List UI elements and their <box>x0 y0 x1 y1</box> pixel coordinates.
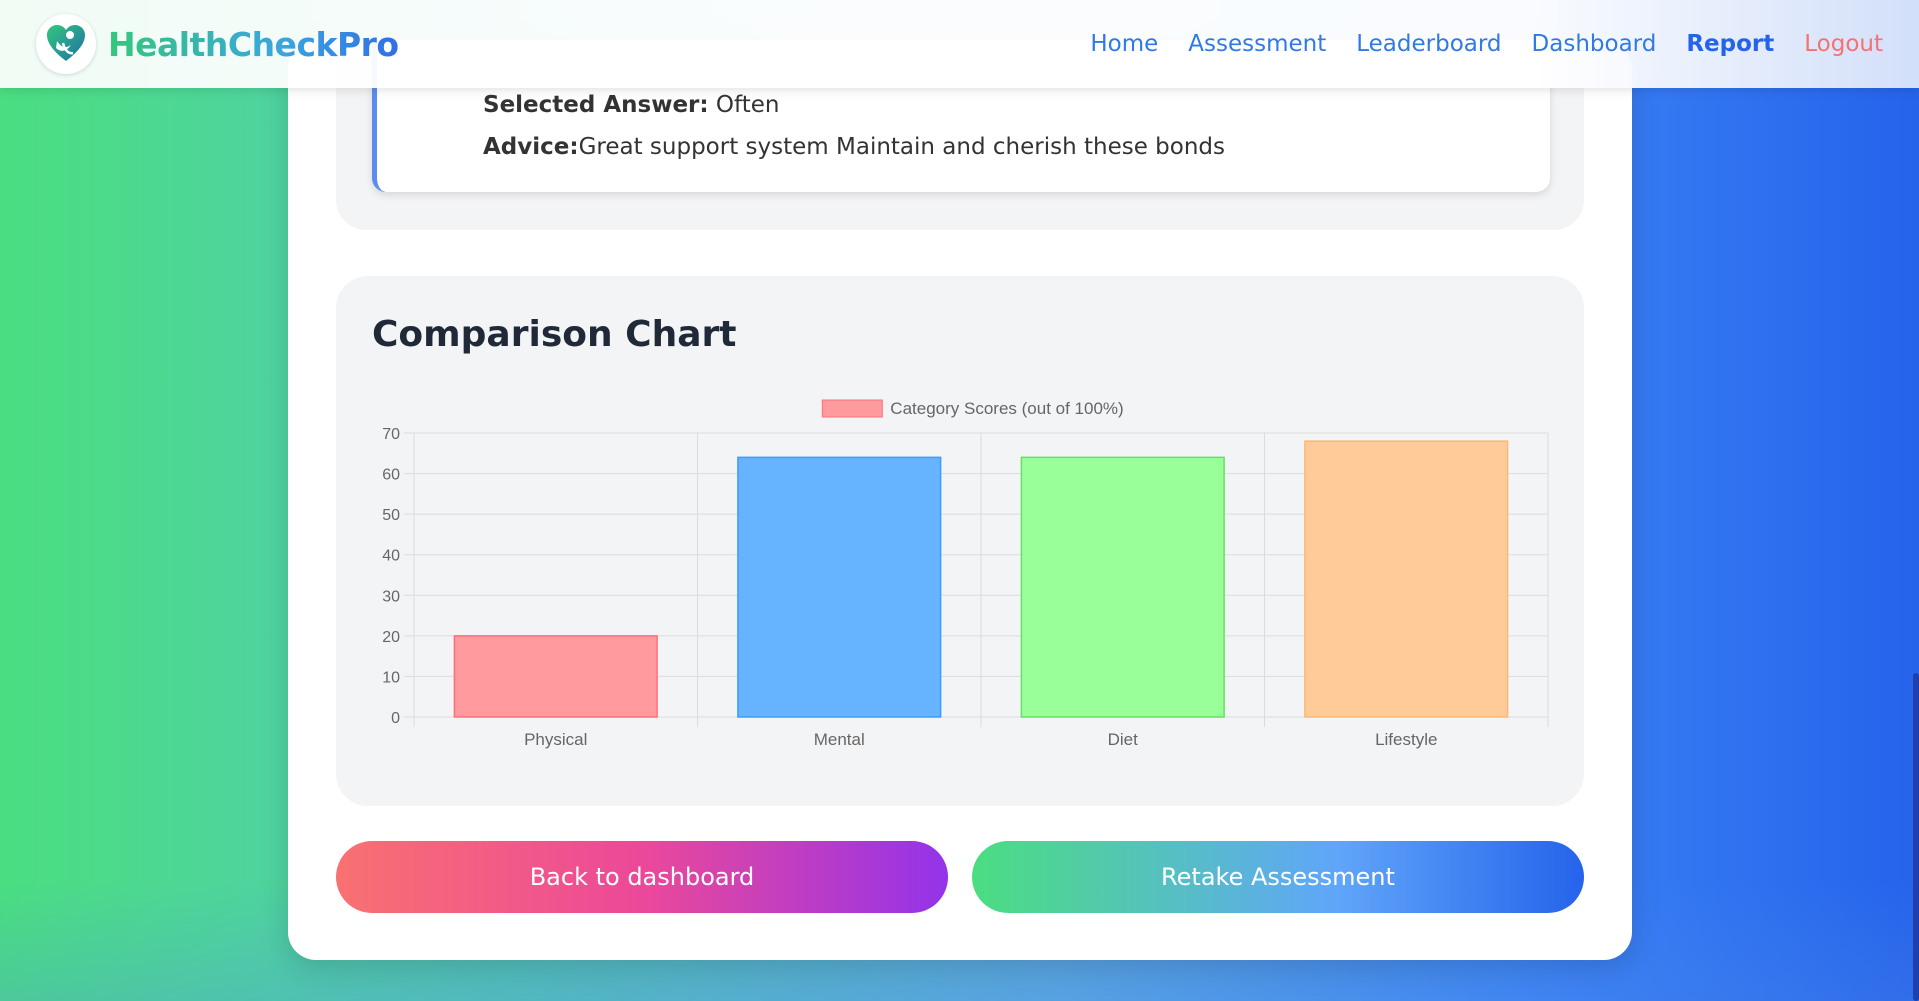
bar-diet <box>1020 456 1225 718</box>
x-tick-label: Mental <box>814 730 865 749</box>
legend-swatch <box>821 399 883 418</box>
selected-answer: Selected Answer: Often <box>483 92 779 118</box>
x-tick-label: Lifestyle <box>1375 730 1437 749</box>
selected-answer-value: Often <box>708 92 780 118</box>
y-tick-label: 30 <box>382 588 400 605</box>
nav-dashboard-link[interactable]: Dashboard <box>1532 31 1657 57</box>
x-tick-label: Diet <box>1108 730 1139 749</box>
nav-logout-link[interactable]: Logout <box>1804 31 1883 57</box>
heart-logo-icon <box>36 14 96 74</box>
report-card: Selected Answer: Often Advice:Great supp… <box>288 40 1632 960</box>
advice-value: Great support system Maintain and cheris… <box>578 134 1225 160</box>
retake-assessment-button[interactable]: Retake Assessment <box>972 841 1584 913</box>
y-tick-label: 70 <box>382 426 400 443</box>
brand-name: HealthCheckPro <box>108 24 399 64</box>
y-tick-label: 40 <box>382 548 400 565</box>
nav-assessment-link[interactable]: Assessment <box>1188 31 1326 57</box>
chart-panel: Comparison Chart Category Scores (out of… <box>336 276 1584 806</box>
nav-leaderboard-link[interactable]: Leaderboard <box>1356 31 1501 57</box>
comparison-bar-chart: Category Scores (out of 100%) 0 10 20 30 40 50… <box>382 399 1549 749</box>
brand[interactable]: HealthCheckPro <box>36 14 399 74</box>
advice: Advice:Great support system Maintain and… <box>483 134 1225 160</box>
bar-physical <box>453 635 658 718</box>
x-tick-label: Physical <box>524 730 587 749</box>
bar-lifestyle <box>1304 440 1509 718</box>
y-tick-label: 60 <box>382 467 400 484</box>
navbar: HealthCheckPro Home Assessment Leaderboa… <box>0 0 1919 88</box>
advice-label: Advice: <box>483 134 579 160</box>
nav-home-link[interactable]: Home <box>1090 31 1158 57</box>
bar-mental <box>737 456 942 718</box>
y-tick-label: 10 <box>382 669 400 686</box>
y-tick-label: 0 <box>391 710 400 727</box>
y-tick-label: 20 <box>382 629 400 646</box>
scrollbar-thumb[interactable] <box>1913 673 1919 1001</box>
nav-links: Home Assessment Leaderboard Dashboard Re… <box>1060 31 1883 57</box>
y-tick-label: 50 <box>382 507 400 524</box>
selected-answer-label: Selected Answer: <box>483 92 709 118</box>
nav-report-link[interactable]: Report <box>1686 31 1774 57</box>
back-to-dashboard-button[interactable]: Back to dashboard <box>336 841 948 913</box>
legend-label: Category Scores (out of 100%) <box>890 399 1123 418</box>
